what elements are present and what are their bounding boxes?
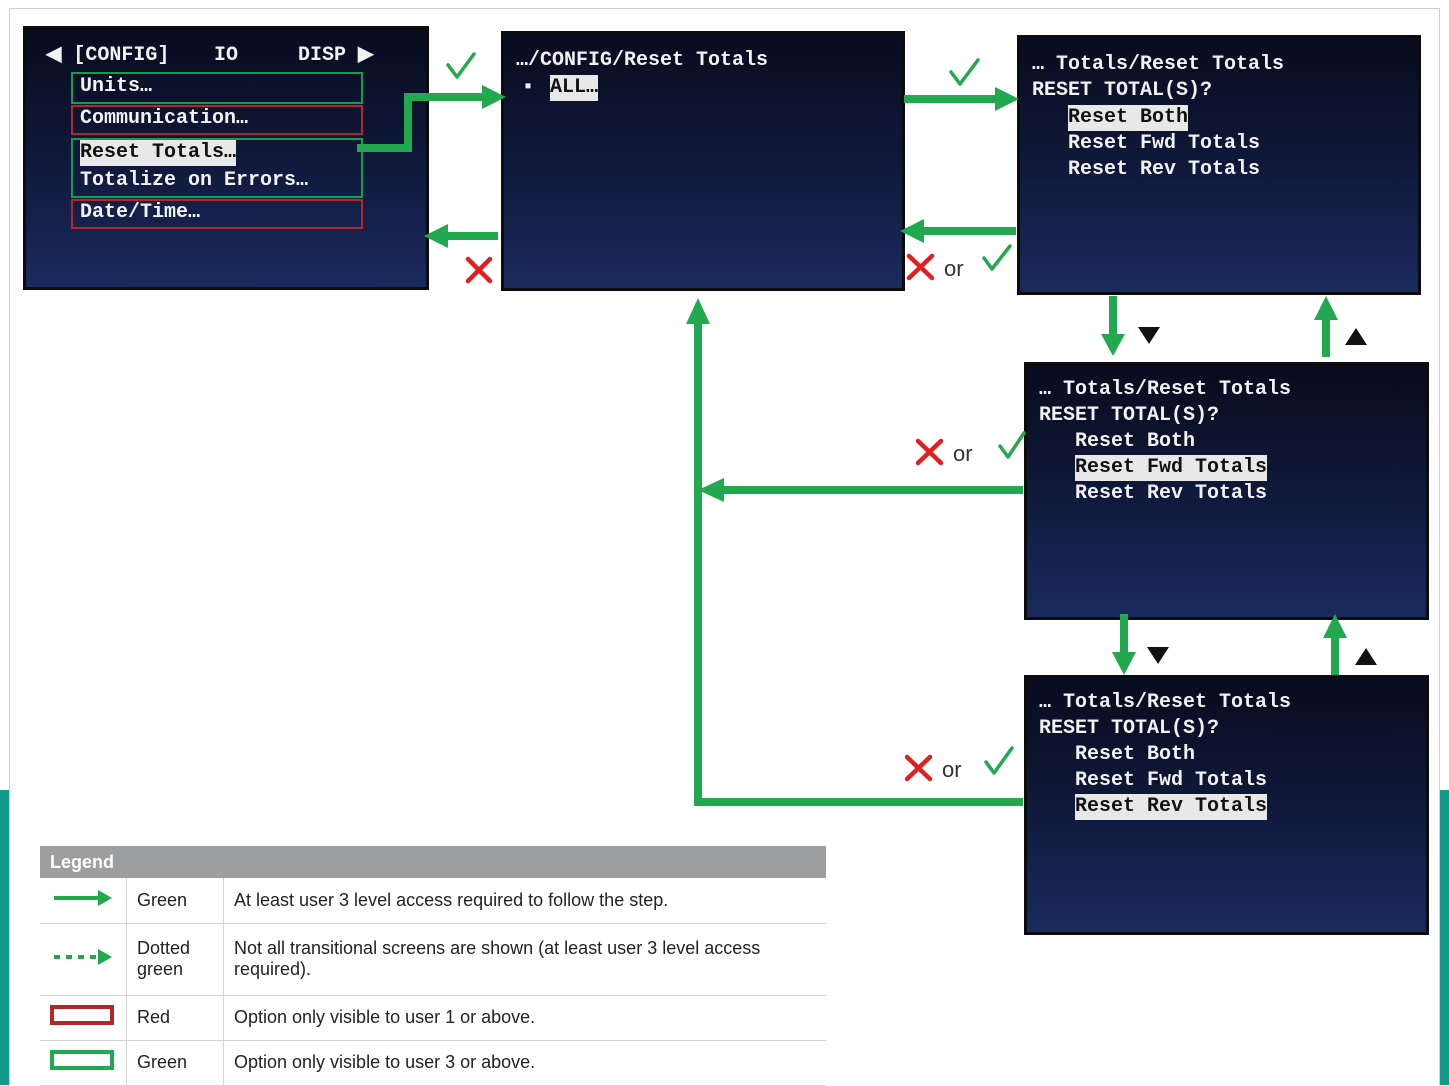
arrow-rev-back xyxy=(694,322,1023,806)
legend-description: At least user 3 level access required to… xyxy=(223,878,826,924)
legend-row: Red Option only visible to user 1 or abo… xyxy=(40,995,826,1041)
arrowhead xyxy=(1101,334,1125,356)
check-icon xyxy=(446,52,476,79)
legend-row: Green At least user 3 level access requi… xyxy=(40,878,826,924)
down-triangle-icon xyxy=(1147,647,1169,664)
down-triangle-icon xyxy=(1138,327,1160,344)
arrow-menu-to-all xyxy=(357,93,484,152)
cross-icon xyxy=(465,256,493,284)
check-icon xyxy=(949,58,980,86)
or-label: or xyxy=(942,757,962,782)
legend-row: Green Option only visible to user 3 or a… xyxy=(40,1040,826,1086)
legend-description: Not all transitional screens are shown (… xyxy=(223,923,826,996)
cross-icon xyxy=(906,253,935,281)
solid-green-arrow-icon xyxy=(40,878,127,924)
arrowhead xyxy=(1323,614,1347,638)
dotted-green-arrow-icon xyxy=(40,923,127,996)
legend-color-name: Red xyxy=(126,995,224,1041)
legend-description: Option only visible to user 1 or above. xyxy=(223,995,826,1041)
green-box-icon xyxy=(40,1040,127,1086)
arrowhead xyxy=(1112,652,1136,675)
arrowhead xyxy=(995,87,1019,111)
cross-icon xyxy=(904,754,933,782)
legend-description: Option only visible to user 3 or above. xyxy=(223,1040,826,1086)
check-icon xyxy=(982,244,1012,271)
arrowhead xyxy=(1314,296,1338,320)
legend-row: Dotted green Not all transitional screen… xyxy=(40,923,826,996)
check-icon xyxy=(984,746,1014,775)
cross-icon xyxy=(915,438,944,466)
check-icon xyxy=(998,431,1026,459)
arrowhead xyxy=(900,219,924,243)
legend-table: Legend Green At least user 3 level acces… xyxy=(40,846,826,1086)
legend-color-name: Dotted green xyxy=(126,923,224,996)
or-label: or xyxy=(953,441,973,466)
arrowhead xyxy=(482,85,506,109)
up-triangle-icon xyxy=(1345,328,1367,345)
legend-color-name: Green xyxy=(126,1040,224,1086)
or-label: or xyxy=(944,256,964,281)
arrowhead xyxy=(424,224,448,248)
arrowhead xyxy=(686,298,710,324)
red-box-icon xyxy=(40,995,127,1041)
legend-title: Legend xyxy=(40,846,826,878)
legend-color-name: Green xyxy=(126,878,224,924)
up-triangle-icon xyxy=(1355,648,1377,665)
